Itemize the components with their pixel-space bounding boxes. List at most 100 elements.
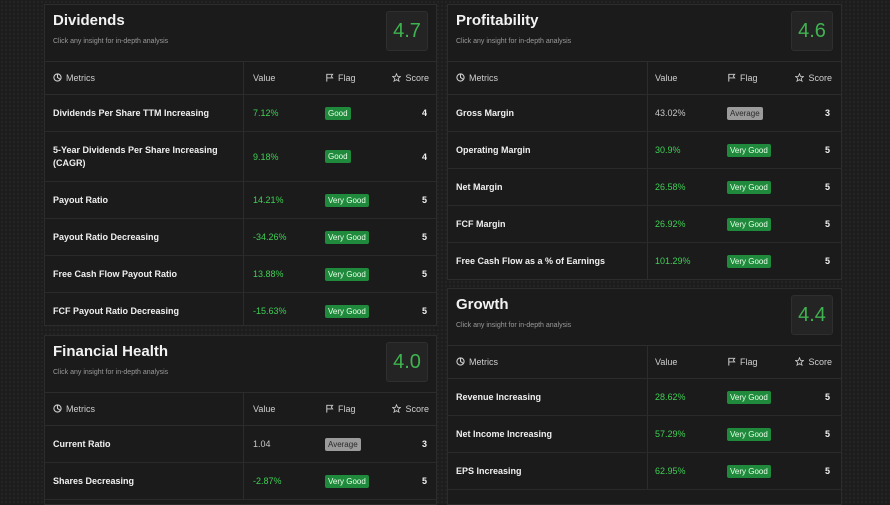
flag-cell: Average: [325, 426, 361, 462]
flag-header-label: Flag: [740, 357, 758, 367]
metric-row[interactable]: Gross Margin 43.02% Average 3: [448, 95, 841, 132]
metrics-header-label: Metrics: [469, 357, 498, 367]
flag-column-header[interactable]: Flag: [325, 62, 356, 94]
metric-value: 26.92%: [655, 219, 686, 229]
metrics-icon: [53, 403, 62, 415]
flag-cell: Very Good: [727, 416, 771, 452]
column-divider: [647, 95, 648, 131]
metric-name: Gross Margin: [456, 107, 515, 118]
flag-badge: Very Good: [727, 254, 771, 268]
metric-row[interactable]: FCF Margin 26.92% Very Good 5: [448, 206, 841, 243]
star-icon: [795, 72, 805, 84]
metric-row[interactable]: Payout Ratio Decreasing -34.26% Very Good 5: [45, 219, 436, 256]
flag-badge: Very Good: [727, 427, 771, 441]
metric-value: 43.02%: [655, 108, 686, 118]
metric-row[interactable]: Operating Margin 30.9% Very Good 5: [448, 132, 841, 169]
metric-name: FCF Payout Ratio Decreasing: [53, 305, 180, 316]
column-divider: [647, 206, 648, 242]
value-column-header[interactable]: Value: [253, 62, 275, 94]
metric-name: Free Cash Flow Payout Ratio: [53, 268, 178, 279]
metric-row[interactable]: Payout Ratio 14.21% Very Good 5: [45, 182, 436, 219]
metrics-icon: [456, 72, 465, 84]
column-divider: [647, 416, 648, 452]
value-column-header[interactable]: Value: [253, 393, 275, 425]
panel-subtitle: Click any insight for in-depth analysis: [53, 38, 169, 45]
table-header: Metrics Value Flag Score: [45, 393, 436, 426]
metric-name: FCF Margin: [456, 218, 506, 229]
metric-value: -15.63%: [253, 306, 287, 316]
value-column-header[interactable]: Value: [655, 62, 677, 94]
flag-badge: Very Good: [325, 474, 369, 488]
metric-name: Payout Ratio Decreasing: [53, 231, 160, 242]
flag-cell: Very Good: [727, 206, 771, 242]
metric-row[interactable]: EPS Increasing 62.95% Very Good 5: [448, 453, 841, 490]
metric-score: 5: [824, 219, 830, 229]
score-column-header[interactable]: Score: [392, 62, 429, 94]
score-header-label: Score: [808, 357, 832, 367]
panel-score-badge: 4.0: [386, 342, 428, 382]
star-icon: [795, 356, 805, 368]
metrics-column-header[interactable]: Metrics: [456, 346, 498, 378]
metric-name: Free Cash Flow as a % of Earnings: [456, 255, 606, 266]
metric-row[interactable]: Dividends Per Share TTM Increasing 7.12% G…: [45, 95, 436, 132]
score-column-header[interactable]: Score: [795, 62, 832, 94]
metric-row[interactable]: 5-Year Dividends Per Share Increasing (C…: [45, 132, 436, 182]
table-header: Metrics Value Flag Score: [448, 62, 841, 95]
flag-badge: Average: [325, 437, 361, 451]
column-divider: [243, 426, 244, 462]
metric-value: 28.62%: [655, 392, 686, 402]
score-column-header[interactable]: Score: [795, 346, 832, 378]
flag-cell: Very Good: [727, 243, 771, 279]
value-column-header[interactable]: Value: [655, 346, 677, 378]
flag-cell: Good: [325, 95, 351, 131]
column-divider: [243, 62, 244, 94]
flag-cell: Very Good: [325, 293, 369, 325]
metric-row[interactable]: Net Margin 26.58% Very Good 5: [448, 169, 841, 206]
flag-header-label: Flag: [338, 73, 356, 83]
score-column-header[interactable]: Score: [392, 393, 429, 425]
flag-column-header[interactable]: Flag: [727, 62, 758, 94]
flag-badge: Very Good: [727, 143, 771, 157]
metric-name: Shares Decreasing: [53, 475, 135, 486]
flag-badge: Very Good: [325, 304, 369, 318]
metric-row[interactable]: Current Ratio 1.04 Average 3: [45, 426, 436, 463]
metric-row[interactable]: Shares Decreasing -2.87% Very Good 5: [45, 463, 436, 500]
panel-title: Growth: [456, 296, 509, 313]
column-divider: [647, 379, 648, 415]
flag-badge: Average: [727, 106, 763, 120]
metric-row[interactable]: Net Income Increasing 57.29% Very Good 5: [448, 416, 841, 453]
metric-name: Net Margin: [456, 181, 503, 192]
dividends-panel: Dividends Click any insight for in-depth …: [44, 4, 437, 326]
flag-header-label: Flag: [338, 404, 356, 414]
metric-row[interactable]: Free Cash Flow Payout Ratio 13.88% Very Go…: [45, 256, 436, 293]
metric-value: -34.26%: [253, 232, 287, 242]
flag-column-header[interactable]: Flag: [325, 393, 356, 425]
flag-cell: Very Good: [727, 379, 771, 415]
flag-cell: Very Good: [727, 453, 771, 489]
star-icon: [392, 72, 402, 84]
column-divider: [647, 169, 648, 205]
metric-value: 62.95%: [655, 466, 686, 476]
metrics-column-header[interactable]: Metrics: [53, 62, 95, 94]
profitability-panel: Profitability Click any insight for in-de…: [447, 4, 842, 280]
flag-cell: Very Good: [727, 169, 771, 205]
metrics-column-header[interactable]: Metrics: [456, 62, 498, 94]
column-divider: [243, 293, 244, 325]
panel-score-badge: 4.7: [386, 11, 428, 51]
flag-icon: [325, 404, 334, 415]
metric-row[interactable]: FCF Payout Ratio Decreasing -15.63% Very G…: [45, 293, 436, 325]
star-icon: [392, 403, 402, 415]
flag-badge: Very Good: [325, 193, 369, 207]
metrics-column-header[interactable]: Metrics: [53, 393, 95, 425]
metric-row[interactable]: Revenue Increasing 28.62% Very Good 5: [448, 379, 841, 416]
flag-column-header[interactable]: Flag: [727, 346, 758, 378]
metric-score: 5: [421, 195, 427, 205]
column-divider: [243, 256, 244, 292]
column-divider: [647, 453, 648, 489]
score-header-label: Score: [808, 73, 832, 83]
metric-row[interactable]: Free Cash Flow as a % of Earnings 101.29%…: [448, 243, 841, 279]
flag-badge: Good: [325, 106, 351, 120]
flag-icon: [325, 73, 334, 84]
flag-header-label: Flag: [740, 73, 758, 83]
metric-score: 5: [421, 232, 427, 242]
